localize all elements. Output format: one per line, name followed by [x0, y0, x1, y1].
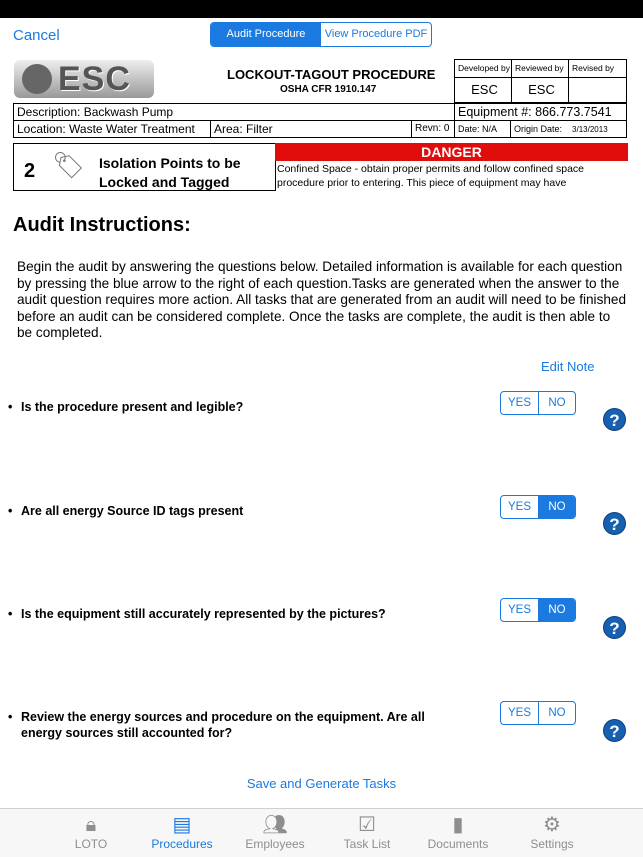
- status-bar: [0, 0, 643, 18]
- help-icon[interactable]: ?: [603, 512, 626, 535]
- revised-by: [568, 77, 627, 103]
- yes-no-toggle-2: YES NO: [500, 495, 576, 519]
- tab-label: Documents: [427, 837, 489, 851]
- area: Area: Filter: [210, 120, 412, 138]
- question-text: Is the equipment still accurately repres…: [21, 607, 386, 621]
- question-4: • Review the energy sources and procedure…: [8, 709, 458, 741]
- save-and-generate-tasks-button[interactable]: Save and Generate Tasks: [0, 776, 643, 791]
- danger-text: Confined Space - obtain proper permits a…: [277, 163, 585, 189]
- tab-loto[interactable]: 🔒︎ LOTO: [46, 813, 136, 851]
- cancel-button[interactable]: Cancel: [13, 27, 60, 44]
- yes-no-toggle-4: YES NO: [500, 701, 576, 725]
- no-button[interactable]: NO: [538, 702, 575, 724]
- tab-label: Procedures: [151, 837, 213, 851]
- reviewed-by-label: Reviewed by: [511, 59, 569, 78]
- tab-bar: 🔒︎ LOTO ▤ Procedures 👥︎ Employees ☑ Task Lis…: [0, 808, 643, 857]
- yes-button[interactable]: YES: [501, 392, 538, 414]
- procedure-header-image: ESC LOCKOUT-TAGOUT PROCEDURE OSHA CFR 19…: [12, 58, 629, 191]
- yes-no-toggle-3: YES NO: [500, 598, 576, 622]
- isolation-count: 2: [24, 160, 36, 182]
- edit-note-button[interactable]: Edit Note: [541, 359, 594, 374]
- tab-label: Settings: [530, 837, 574, 851]
- book-icon: ▮: [452, 814, 464, 836]
- danger-banner: DANGER: [275, 143, 628, 161]
- procedure-title: LOCKOUT-TAGOUT PROCEDURE: [227, 67, 436, 82]
- help-icon[interactable]: ?: [603, 719, 626, 742]
- origin-date-label: Origin Date:: [514, 124, 563, 134]
- tab-documents[interactable]: ▮ Documents: [413, 813, 503, 851]
- tab-employees[interactable]: 👥︎ Employees: [230, 813, 320, 851]
- isolation-text: Isolation Points to be Locked and Tagged: [99, 155, 241, 190]
- tab-task-list[interactable]: ☑ Task List: [322, 813, 412, 851]
- revised-by-label: Revised by: [568, 59, 627, 78]
- notepad-icon: ▤: [172, 814, 192, 836]
- segment-view-procedure-pdf[interactable]: View Procedure PDF: [321, 23, 431, 46]
- equipment-number: Equipment #: 866.773.7541: [454, 103, 627, 121]
- view-segmented-control: Audit Procedure View Procedure PDF: [210, 22, 432, 47]
- yes-button[interactable]: YES: [501, 599, 538, 621]
- no-button[interactable]: NO: [538, 496, 575, 518]
- yes-no-toggle-1: YES NO: [500, 391, 576, 415]
- revision: Revn: 0: [411, 120, 455, 138]
- help-icon[interactable]: ?: [603, 408, 626, 431]
- tag-icon: 🏷: [52, 150, 86, 180]
- date: Date: N/A: [454, 120, 511, 138]
- location: Location: Waste Water Treatment: [13, 120, 211, 138]
- help-icon[interactable]: ?: [603, 616, 626, 639]
- developed-by: ESC: [454, 77, 512, 103]
- question-1: • Is the procedure present and legible?: [8, 399, 458, 415]
- no-button[interactable]: NO: [538, 599, 575, 621]
- tab-settings[interactable]: ⚙ Settings: [507, 813, 597, 851]
- question-text: Are all energy Source ID tags present: [21, 504, 244, 518]
- audit-instructions: Begin the audit by answering the questio…: [17, 259, 627, 340]
- isolation-points: 2 🏷 Isolation Points to be Locked and Ta…: [13, 143, 276, 191]
- question-3: • Is the equipment still accurately repre…: [8, 606, 458, 622]
- yes-button[interactable]: YES: [501, 702, 538, 724]
- no-button[interactable]: NO: [538, 392, 575, 414]
- tab-label: LOTO: [74, 837, 108, 851]
- origin-date: Origin Date: 3/13/2013: [510, 120, 627, 138]
- yes-button[interactable]: YES: [501, 496, 538, 518]
- tab-label: Employees: [245, 837, 305, 851]
- checkbox-icon: ☑: [358, 814, 376, 836]
- reviewed-by: ESC: [511, 77, 569, 103]
- people-icon: 👥︎: [262, 814, 288, 836]
- description: Description: Backwash Pump: [13, 103, 455, 121]
- logo-text: ESC: [58, 59, 131, 98]
- question-text: Review the energy sources and procedure …: [21, 710, 425, 740]
- segment-audit-procedure[interactable]: Audit Procedure: [211, 23, 321, 46]
- origin-date-value: 3/13/2013: [572, 125, 608, 134]
- lock-icon: [22, 64, 52, 94]
- question-text: Is the procedure present and legible?: [21, 400, 244, 414]
- tab-label: Task List: [343, 837, 391, 851]
- esc-logo: ESC: [14, 60, 154, 98]
- lock-icon: 🔒︎: [85, 814, 97, 836]
- gear-icon: ⚙: [543, 814, 561, 836]
- developed-by-label: Developed by: [454, 59, 512, 78]
- tab-procedures[interactable]: ▤ Procedures: [137, 813, 227, 851]
- procedure-subtitle: OSHA CFR 1910.147: [280, 84, 377, 95]
- question-2: • Are all energy Source ID tags present: [8, 503, 458, 519]
- audit-heading: Audit Instructions:: [13, 214, 191, 236]
